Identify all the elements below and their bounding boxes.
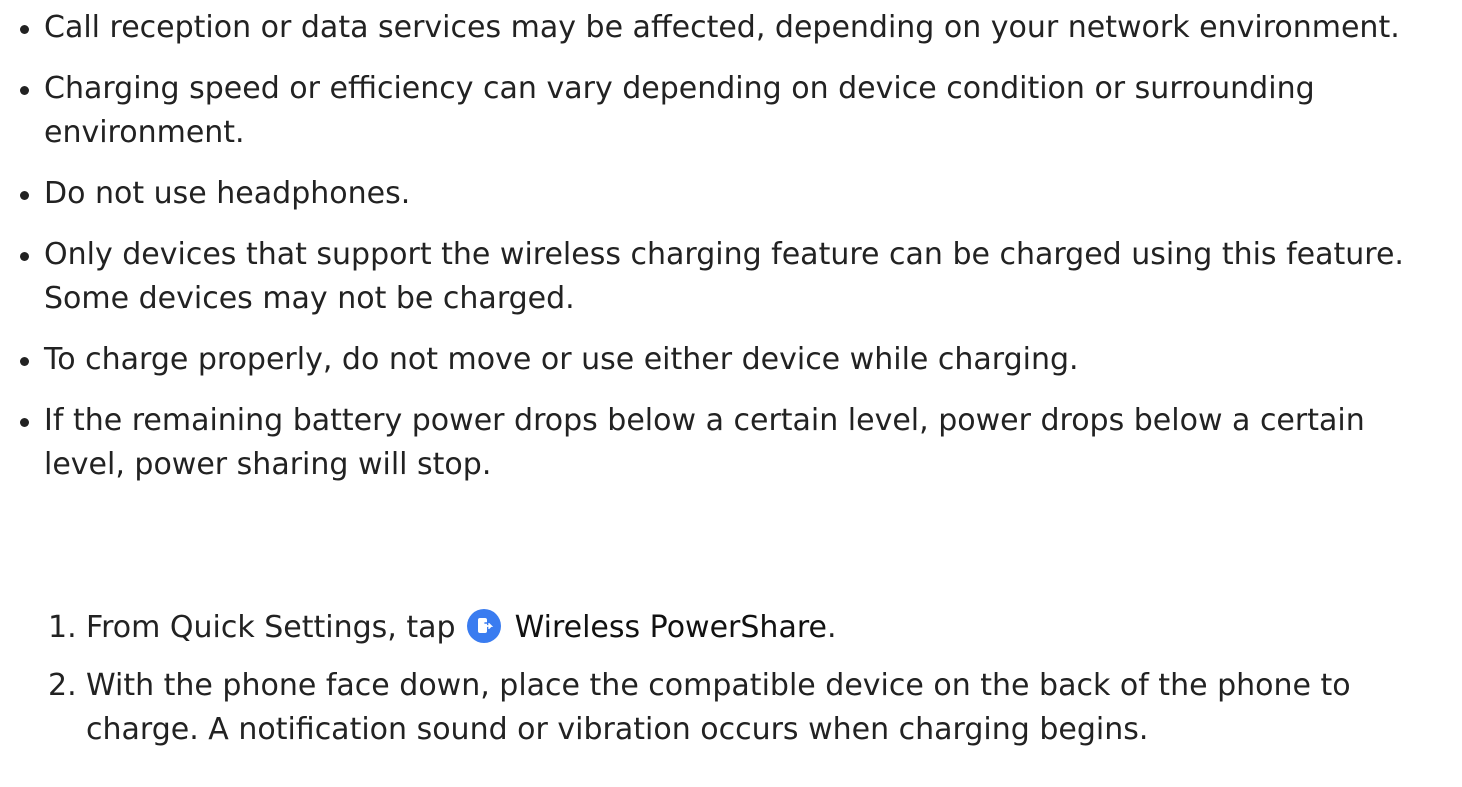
bullet-dot [20, 418, 29, 427]
step-item: 1. From Quick Settings, tap Wireless Pow… [48, 606, 1438, 650]
bullet-item: Charging speed or efficiency can vary de… [18, 67, 1438, 155]
bullet-text: Charging speed or efficiency can vary de… [44, 71, 1315, 150]
step-number: 2. [48, 668, 77, 703]
bullet-text: If the remaining battery power drops bel… [44, 403, 1365, 482]
steps-list: 1. From Quick Settings, tap Wireless Pow… [48, 606, 1438, 766]
step-number: 1. [48, 610, 77, 645]
bullet-item: If the remaining battery power drops bel… [18, 399, 1438, 487]
document-page: Call reception or data services may be a… [0, 0, 1462, 787]
wireless-powershare-label: Wireless PowerShare [514, 610, 827, 645]
step-item: 2. With the phone face down, place the c… [48, 664, 1438, 752]
step-text-suffix: . [826, 610, 837, 645]
bullet-item: To charge properly, do not move or use e… [18, 338, 1438, 382]
notes-bullet-list: Call reception or data services may be a… [18, 6, 1438, 504]
bullet-item: Call reception or data services may be a… [18, 6, 1438, 50]
step-text: With the phone face down, place the comp… [86, 668, 1351, 747]
bullet-dot [20, 191, 29, 200]
bullet-text: To charge properly, do not move or use e… [44, 342, 1079, 377]
bullet-item: Only devices that support the wireless c… [18, 233, 1438, 321]
bullet-dot [20, 25, 29, 34]
wireless-powershare-icon [467, 609, 502, 643]
bullet-dot [20, 86, 29, 95]
bullet-text: Only devices that support the wireless c… [44, 237, 1404, 316]
bullet-item: Do not use headphones. [18, 172, 1438, 216]
step-text-prefix: From Quick Settings, tap [86, 610, 466, 645]
bullet-dot [20, 252, 29, 261]
bullet-dot [20, 357, 29, 366]
bullet-text: Call reception or data services may be a… [44, 10, 1400, 45]
bullet-text: Do not use headphones. [44, 176, 411, 211]
